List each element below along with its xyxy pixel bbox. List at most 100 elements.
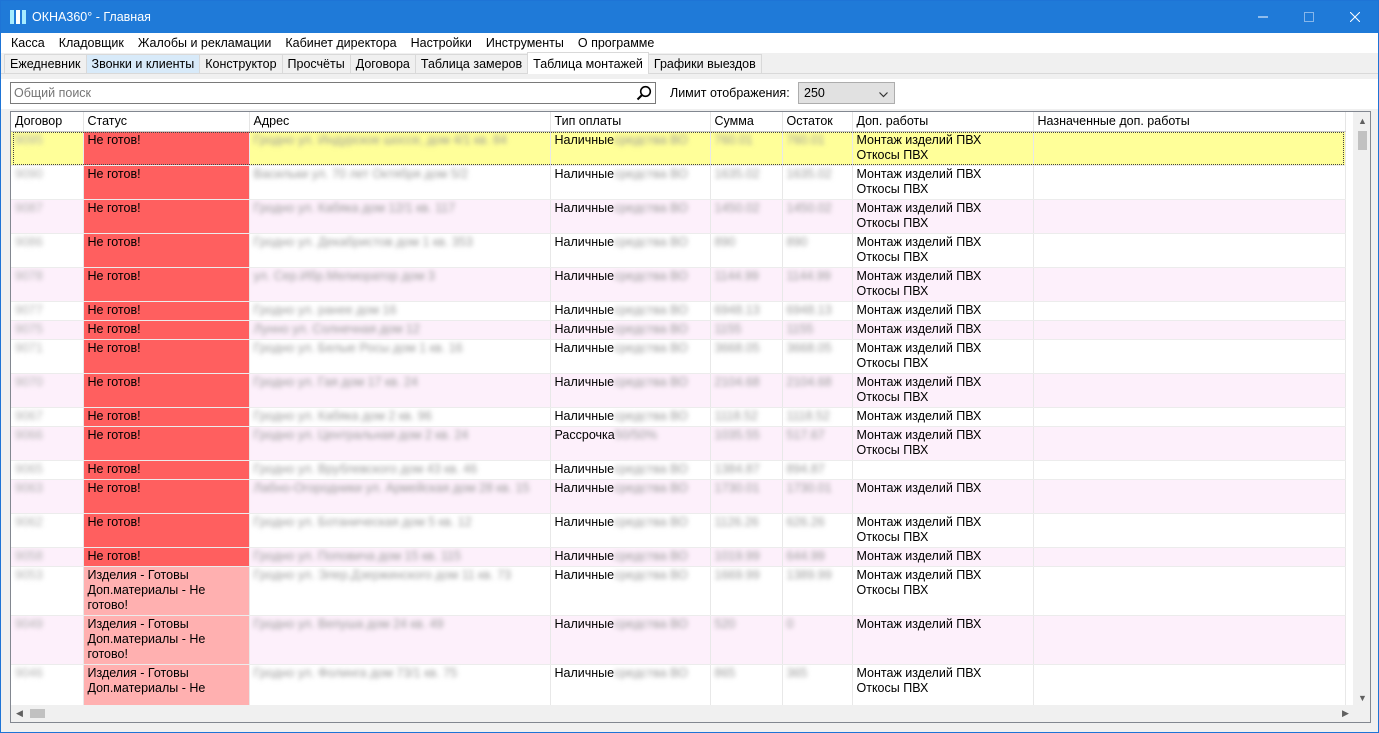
tab[interactable]: Звонки и клиенты	[85, 54, 201, 73]
cell-rest: 644.99	[782, 547, 853, 567]
horizontal-scroll-thumb[interactable]	[30, 709, 45, 718]
cell-rest: 1450.02	[782, 199, 853, 234]
cell-contract-text: 9063	[15, 480, 43, 495]
column-header[interactable]: Договор	[11, 112, 84, 132]
scroll-up-icon[interactable]: ▲	[1354, 112, 1370, 129]
column-header[interactable]: Тип оплаты	[550, 112, 711, 132]
search-box[interactable]	[10, 82, 656, 104]
search-icon[interactable]	[633, 83, 655, 103]
table-row[interactable]: 9071 Не готов! Гродно ул. Белые Росы дом 1…	[11, 339, 1346, 374]
status-text: Не готов!	[87, 321, 141, 336]
table-row[interactable]: 9062 Не готов! Гродно ул. Ботаническая дом…	[11, 513, 1346, 548]
cell-contract-text: 9062	[15, 514, 43, 529]
cell-payment: Наличныесредства ВО	[550, 320, 711, 340]
menu-item[interactable]: Кабинет директора	[278, 36, 403, 50]
cell-assigned-extra-works	[1033, 615, 1346, 665]
cell-rest: 1730.01	[782, 479, 853, 514]
column-header[interactable]: Сумма	[710, 112, 783, 132]
cell-address-text: Гродно ул. Индурское шоссе, дом 4/1 кв. …	[253, 132, 508, 147]
cell-address-text: Гродно ул. Кабяка дом 12/1 кв. 117	[253, 200, 456, 215]
column-header[interactable]: Статус	[83, 112, 250, 132]
extra-work-item: Монтаж изделий ПВХ	[856, 321, 982, 336]
maximize-button[interactable]	[1286, 1, 1332, 33]
scroll-right-icon[interactable]: ▶	[1337, 705, 1354, 722]
status-text: Изделия - Готовы Доп.материалы - Не	[87, 665, 206, 695]
tab[interactable]: Договора	[349, 54, 416, 73]
menu-item[interactable]: Кладовщик	[52, 36, 131, 50]
table-row[interactable]: 9090 Не готов! Васильки ул. 70 лет Октября…	[11, 165, 1346, 200]
table-row[interactable]: 9087 Не готов! Гродно ул. Кабяка дом 12/1 …	[11, 199, 1346, 234]
column-header[interactable]: Назначенные доп. работы	[1033, 112, 1346, 132]
cell-address: Гродно ул. Поповича дом 15 кв. 115	[249, 547, 551, 567]
status-text: Не готов!	[87, 132, 141, 147]
menu-item[interactable]: О программе	[571, 36, 661, 50]
cell-extra-works: Монтаж изделий ПВХ	[852, 479, 1034, 514]
payment-type: Наличные	[554, 374, 615, 389]
close-button[interactable]	[1332, 1, 1378, 33]
cell-contract-text: 9087	[15, 200, 43, 215]
horizontal-scrollbar[interactable]: ◀ ▶	[11, 705, 1354, 722]
title-bar[interactable]: ОКНА360° - Главная	[1, 1, 1378, 33]
extra-work-item: Монтаж изделий ПВХ	[856, 567, 982, 582]
menu-item[interactable]: Инструменты	[479, 36, 571, 50]
table-row[interactable]: 9065 Не готов! Гродно ул. Врублевского дом…	[11, 460, 1346, 480]
cell-payment: Наличныесредства ВО	[550, 407, 711, 427]
menu-bar: Касса Кладовщик Жалобы и рекламации Кабинет…	[1, 33, 1378, 53]
extra-work-item: Монтаж изделий ПВХ	[856, 548, 982, 563]
table-row[interactable]: 9077 Не готов! Гродно ул. ранее дом 16 Нали…	[11, 301, 1346, 321]
table-row[interactable]: 9070 Не готов! Гродно ул. Гая дом 17 кв. 2…	[11, 373, 1346, 408]
cell-rest-text: 6948.13	[786, 302, 832, 317]
table-row[interactable]: 9067 Не готов! Гродно ул. Кабяка дом 2 кв.…	[11, 407, 1346, 427]
extra-work-item: Откосы ПВХ	[856, 680, 929, 695]
tab[interactable]: Просчёты	[281, 54, 351, 73]
payment-type: Наличные	[554, 340, 615, 355]
scroll-down-icon[interactable]: ▼	[1354, 689, 1370, 706]
payment-detail: средства ВО	[614, 665, 688, 680]
tab[interactable]: Таблица замеров	[414, 54, 529, 73]
montage-table[interactable]: Договор Статус Адрес Тип оплаты Сумма Остаток…	[10, 111, 1371, 723]
table-row[interactable]: 9049 Изделия - Готовы Доп.материалы - Не …	[11, 615, 1346, 665]
cell-sum: 1635.02	[710, 165, 783, 200]
tab[interactable]: Ежедневник	[4, 54, 87, 73]
tab[interactable]: Конструктор	[199, 54, 283, 73]
limit-select[interactable]: 250	[798, 82, 895, 104]
menu-item[interactable]: Настройки	[404, 36, 479, 50]
cell-payment: Наличныесредства ВО	[550, 460, 711, 480]
minimize-button[interactable]	[1240, 1, 1286, 33]
cell-sum: 1384.87	[710, 460, 783, 480]
search-input[interactable]	[11, 83, 633, 103]
menu-item[interactable]: Жалобы и рекламации	[131, 36, 279, 50]
scroll-left-icon[interactable]: ◀	[11, 705, 28, 722]
cell-sum: 2104.68	[710, 373, 783, 408]
column-header[interactable]: Доп. работы	[852, 112, 1034, 132]
column-header[interactable]: Остаток	[782, 112, 853, 132]
cell-address: Гродно ул. Кабяка дом 12/1 кв. 117	[249, 199, 551, 234]
cell-status: Не готов!	[83, 479, 250, 514]
table-row[interactable]: 9066 Не готов! Гродно ул. Центральная дом …	[11, 426, 1346, 461]
column-header[interactable]: Адрес	[249, 112, 551, 132]
vertical-scrollbar[interactable]: ▲ ▼	[1353, 112, 1370, 706]
extra-work-item: Монтаж изделий ПВХ	[856, 340, 982, 355]
status-text: Изделия - Готовы Доп.материалы - Не гото…	[87, 567, 206, 612]
payment-detail: средства ВО	[614, 132, 688, 147]
tab[interactable]: Таблица монтажей	[527, 52, 649, 74]
table-row[interactable]: 9053 Изделия - Готовы Доп.материалы - Не …	[11, 566, 1346, 616]
table-row[interactable]: 9095 Не готов! Гродно ул. Индурское шоссе,…	[11, 131, 1346, 166]
extra-work-item: Откосы ПВХ	[856, 442, 929, 457]
cell-assigned-extra-works	[1033, 267, 1346, 302]
cell-sum-text: 520	[714, 616, 736, 631]
menu-item[interactable]: Касса	[4, 36, 52, 50]
table-row[interactable]: 9075 Не готов! Лунно ул. Солнечная дом 12 Н…	[11, 320, 1346, 340]
cell-payment: Наличныесредства ВО	[550, 547, 711, 567]
payment-type: Наличные	[554, 616, 615, 631]
cell-rest-text: 517.67	[786, 427, 825, 442]
extra-work-item: Монтаж изделий ПВХ	[856, 665, 982, 680]
table-row[interactable]: 9058 Не готов! Гродно ул. Поповича дом 15 …	[11, 547, 1346, 567]
cell-rest-text: 1118.52	[786, 408, 830, 423]
table-row[interactable]: 9086 Не готов! Гродно ул. Декабристов дом …	[11, 233, 1346, 268]
tab[interactable]: Графики выездов	[647, 54, 762, 73]
table-row[interactable]: 9063 Не готов! Лабно-Огородники ул. Армейс…	[11, 479, 1346, 514]
payment-type: Наличные	[554, 321, 615, 336]
vertical-scroll-thumb[interactable]	[1358, 131, 1367, 150]
table-row[interactable]: 9078 Не готов! ул. Сер.Ибр.Мелиоратор дом …	[11, 267, 1346, 302]
